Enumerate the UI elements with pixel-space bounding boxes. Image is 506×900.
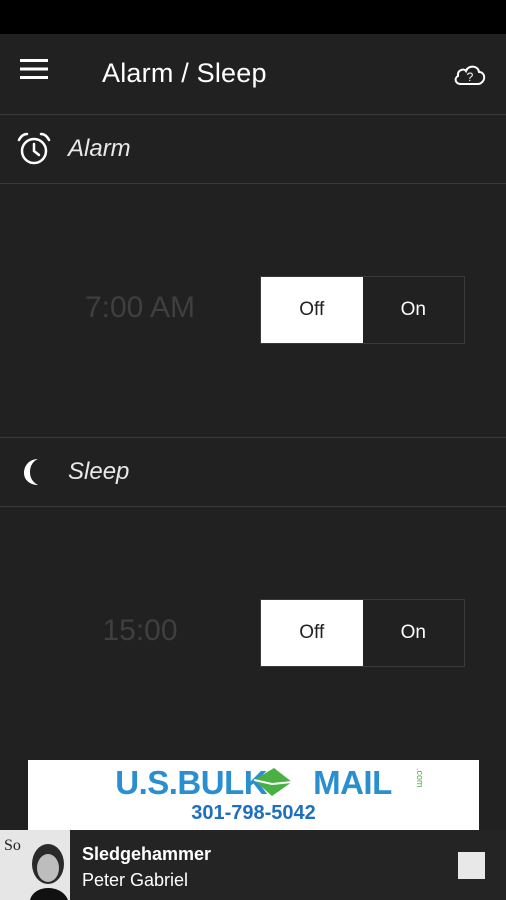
ad-phone: 301-798-5042 xyxy=(191,802,316,824)
sleep-off-button[interactable]: Off xyxy=(261,600,363,666)
album-art-image: So xyxy=(0,830,70,900)
app-bar: Alarm / Sleep ? xyxy=(0,34,506,115)
album-art-text: So xyxy=(4,837,21,854)
alarm-off-button[interactable]: Off xyxy=(261,277,363,343)
menu-button[interactable] xyxy=(20,58,60,90)
stop-button[interactable] xyxy=(458,852,485,879)
advertisement-banner[interactable]: U.S.BULK MAIL .com 301-798-5042 xyxy=(28,760,479,830)
cloud-help-icon: ? xyxy=(454,65,486,85)
track-title: Sledgehammer xyxy=(82,844,212,864)
help-button[interactable]: ? xyxy=(452,60,490,90)
sleep-toggle: Off On xyxy=(260,599,465,667)
ad-brand-tld: .com xyxy=(415,768,425,788)
album-art[interactable]: So xyxy=(0,830,70,900)
sleep-on-button[interactable]: On xyxy=(362,600,464,666)
track-artist: Peter Gabriel xyxy=(82,870,189,890)
sleep-label: Sleep xyxy=(68,458,130,485)
ad-brand-prefix: U.S.BULK xyxy=(115,764,268,801)
sleep-section-header: Sleep xyxy=(0,437,506,507)
sleep-time[interactable]: 15:00 xyxy=(40,614,240,648)
alarm-section-header: Alarm xyxy=(0,115,506,184)
alarm-toggle: Off On xyxy=(260,276,465,344)
alarm-time[interactable]: 7:00 AM xyxy=(40,291,240,325)
svg-text:?: ? xyxy=(467,70,474,84)
envelope-icon xyxy=(253,768,293,796)
crescent-moon-icon xyxy=(24,459,38,485)
hamburger-menu-icon xyxy=(20,59,48,79)
alarm-label: Alarm xyxy=(68,135,131,162)
now-playing-bar[interactable]: So Sledgehammer Peter Gabriel xyxy=(0,830,506,900)
page-title: Alarm / Sleep xyxy=(102,58,267,88)
ad-brand-suffix: MAIL xyxy=(313,764,392,801)
alarm-on-button[interactable]: On xyxy=(362,277,464,343)
status-bar xyxy=(0,0,506,34)
alarm-clock-icon xyxy=(17,132,51,165)
